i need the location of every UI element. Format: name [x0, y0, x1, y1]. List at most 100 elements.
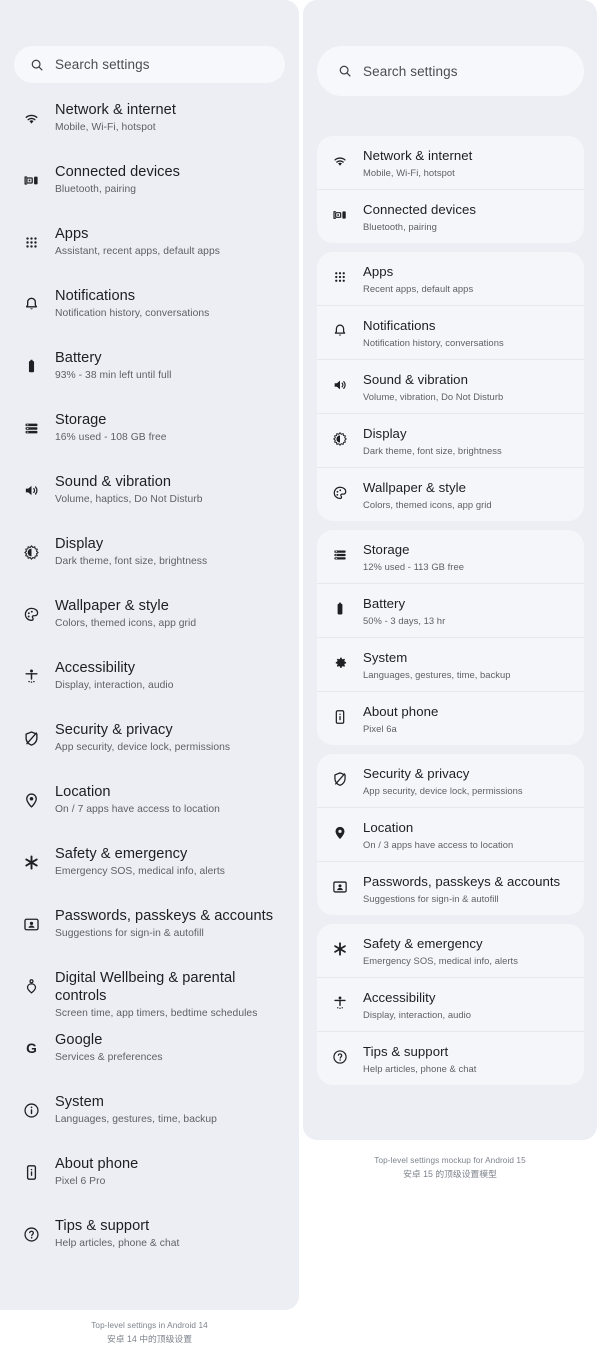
settings-item-digital-wellbeing-parental-controls[interactable]: Digital Wellbeing & parental controls Sc…	[0, 968, 299, 1030]
settings-item-title: Passwords, passkeys & accounts	[363, 874, 561, 889]
settings-item-passwords-passkeys-accounts[interactable]: Passwords, passkeys & accounts Suggestio…	[317, 861, 584, 915]
search-icon	[338, 64, 352, 78]
info-circle-icon	[18, 1102, 44, 1119]
settings-item-wallpaper-style[interactable]: Wallpaper & style Colors, themed icons, …	[317, 467, 584, 521]
help-circle-icon	[18, 1226, 44, 1243]
settings-item-accessibility[interactable]: Accessibility Display, interaction, audi…	[317, 977, 584, 1031]
settings-item-accessibility[interactable]: Accessibility Display, interaction, audi…	[0, 658, 299, 720]
settings-item-title: Connected devices	[363, 202, 477, 217]
settings-item-apps[interactable]: Apps Recent apps, default apps	[317, 252, 584, 305]
settings-item-subtitle: Suggestions for sign-in & autofill	[363, 893, 499, 904]
settings-item-storage[interactable]: Storage 12% used - 113 GB free	[317, 530, 584, 583]
phone-info-icon	[18, 1164, 44, 1181]
settings-item-battery[interactable]: Battery 50% - 3 days, 13 hr	[317, 583, 584, 637]
accessibility-icon	[18, 668, 44, 685]
settings-item-safety-emergency[interactable]: Safety & emergency Emergency SOS, medica…	[317, 924, 584, 977]
palette-icon	[18, 606, 44, 623]
settings-item-title: Tips & support	[363, 1044, 449, 1059]
settings-item-subtitle: Help articles, phone & chat	[55, 1238, 180, 1249]
settings-item-sound-vibration[interactable]: Sound & vibration Volume, vibration, Do …	[317, 359, 584, 413]
settings-item-battery[interactable]: Battery 93% - 38 min left until full	[0, 348, 299, 410]
settings-item-tips-support[interactable]: Tips & support Help articles, phone & ch…	[317, 1031, 584, 1085]
settings-item-title: Google	[55, 1032, 103, 1048]
settings-item-display[interactable]: Display Dark theme, font size, brightnes…	[317, 413, 584, 467]
palette-icon	[327, 485, 353, 501]
settings-comparison-mockup: Search settings Network & internet Mobil…	[0, 0, 600, 1350]
location-pin-icon	[18, 792, 44, 809]
accessibility-icon	[327, 995, 353, 1011]
settings-item-subtitle: App security, device lock, permissions	[55, 742, 231, 753]
settings-item-subtitle: Assistant, recent apps, default apps	[55, 246, 220, 257]
settings-item-title: Network & internet	[55, 102, 176, 118]
settings-item-subtitle: Dark theme, font size, brightness	[55, 556, 208, 567]
apps-grid-icon	[18, 234, 44, 251]
settings-item-safety-emergency[interactable]: Safety & emergency Emergency SOS, medica…	[0, 844, 299, 906]
settings-item-about-phone[interactable]: About phone Pixel 6 Pro	[0, 1154, 299, 1216]
settings-item-google[interactable]: G Google Services & preferences	[0, 1030, 299, 1092]
settings-item-subtitle: Pixel 6a	[363, 723, 397, 734]
settings-item-location[interactable]: Location On / 7 apps have access to loca…	[0, 782, 299, 844]
settings-item-system[interactable]: System Languages, gestures, time, backup	[0, 1092, 299, 1154]
settings-item-title: Notifications	[55, 288, 136, 304]
google-g-icon: G	[18, 1040, 44, 1057]
settings-item-title: Digital Wellbeing & parental controls	[55, 970, 236, 1004]
search-input-right[interactable]: Search settings	[317, 46, 584, 96]
settings-item-connected-devices[interactable]: Connected devices Bluetooth, pairing	[0, 162, 299, 224]
settings-item-subtitle: 12% used - 113 GB free	[363, 561, 464, 572]
settings-item-network-internet[interactable]: Network & internet Mobile, Wi-Fi, hotspo…	[317, 136, 584, 189]
settings-item-about-phone[interactable]: About phone Pixel 6a	[317, 691, 584, 745]
settings-item-connected-devices[interactable]: Connected devices Bluetooth, pairing	[317, 189, 584, 243]
settings-item-apps[interactable]: Apps Assistant, recent apps, default app…	[0, 224, 299, 286]
wellbeing-icon	[18, 978, 44, 995]
help-circle-icon	[327, 1049, 353, 1065]
settings-item-subtitle: Notification history, conversations	[363, 337, 504, 348]
settings-item-subtitle: 16% used - 108 GB free	[55, 432, 167, 443]
settings-item-title: Location	[55, 784, 111, 800]
settings-card-group-2: Apps Recent apps, default apps Notificat…	[317, 252, 584, 521]
settings-item-subtitle: Volume, vibration, Do Not Disturb	[363, 391, 504, 402]
settings-item-security-privacy[interactable]: Security & privacy App security, device …	[0, 720, 299, 782]
settings-item-network-internet[interactable]: Network & internet Mobile, Wi-Fi, hotspo…	[0, 100, 299, 162]
settings-item-sound-vibration[interactable]: Sound & vibration Volume, haptics, Do No…	[0, 472, 299, 534]
settings-item-subtitle: Display, interaction, audio	[363, 1009, 472, 1020]
settings-item-subtitle: Bluetooth, pairing	[363, 221, 437, 232]
settings-item-title: Safety & emergency	[55, 846, 188, 862]
passwords-icon	[327, 879, 353, 895]
wifi-icon	[18, 110, 44, 127]
settings-item-title: System	[55, 1094, 104, 1110]
settings-item-wallpaper-style[interactable]: Wallpaper & style Colors, themed icons, …	[0, 596, 299, 658]
settings-item-system[interactable]: System Languages, gestures, time, backup	[317, 637, 584, 691]
volume-icon	[327, 377, 353, 393]
settings-item-subtitle: Colors, themed icons, app grid	[55, 618, 197, 629]
settings-item-subtitle: Colors, themed icons, app grid	[363, 499, 492, 510]
settings-item-title: Sound & vibration	[363, 372, 468, 387]
settings-item-title: Wallpaper & style	[55, 598, 169, 614]
settings-item-title: System	[363, 650, 408, 665]
settings-item-security-privacy[interactable]: Security & privacy App security, device …	[317, 754, 584, 807]
settings-item-subtitle: Languages, gestures, time, backup	[55, 1114, 217, 1125]
battery-icon	[18, 358, 44, 375]
search-placeholder-left: Search settings	[55, 57, 150, 72]
volume-icon	[18, 482, 44, 499]
settings-item-title: Security & privacy	[363, 766, 470, 781]
settings-item-storage[interactable]: Storage 16% used - 108 GB free	[0, 410, 299, 472]
settings-item-location[interactable]: Location On / 3 apps have access to loca…	[317, 807, 584, 861]
settings-item-title: Safety & emergency	[363, 936, 483, 951]
left-panel-android-14: Search settings Network & internet Mobil…	[0, 0, 299, 1350]
settings-item-subtitle: Recent apps, default apps	[363, 283, 474, 294]
settings-item-display[interactable]: Display Dark theme, font size, brightnes…	[0, 534, 299, 596]
settings-item-title: Network & internet	[363, 148, 473, 163]
settings-item-title: Tips & support	[55, 1218, 150, 1234]
search-input-left[interactable]: Search settings	[14, 46, 285, 83]
settings-item-subtitle: Emergency SOS, medical info, alerts	[363, 955, 518, 966]
settings-item-notifications[interactable]: Notifications Notification history, conv…	[0, 286, 299, 348]
settings-item-passwords-passkeys-accounts[interactable]: Passwords, passkeys & accounts Suggestio…	[0, 906, 299, 968]
left-settings-surface: Search settings Network & internet Mobil…	[0, 0, 299, 1310]
right-caption: Top-level settings mockup for Android 15…	[300, 1155, 600, 1181]
settings-item-notifications[interactable]: Notifications Notification history, conv…	[317, 305, 584, 359]
settings-item-tips-support[interactable]: Tips & support Help articles, phone & ch…	[0, 1216, 299, 1278]
settings-item-subtitle: Display, interaction, audio	[55, 680, 174, 691]
settings-item-subtitle: Volume, haptics, Do Not Disturb	[55, 494, 203, 505]
settings-card-group-1: Network & internet Mobile, Wi-Fi, hotspo…	[317, 136, 584, 243]
bell-icon	[18, 296, 44, 313]
